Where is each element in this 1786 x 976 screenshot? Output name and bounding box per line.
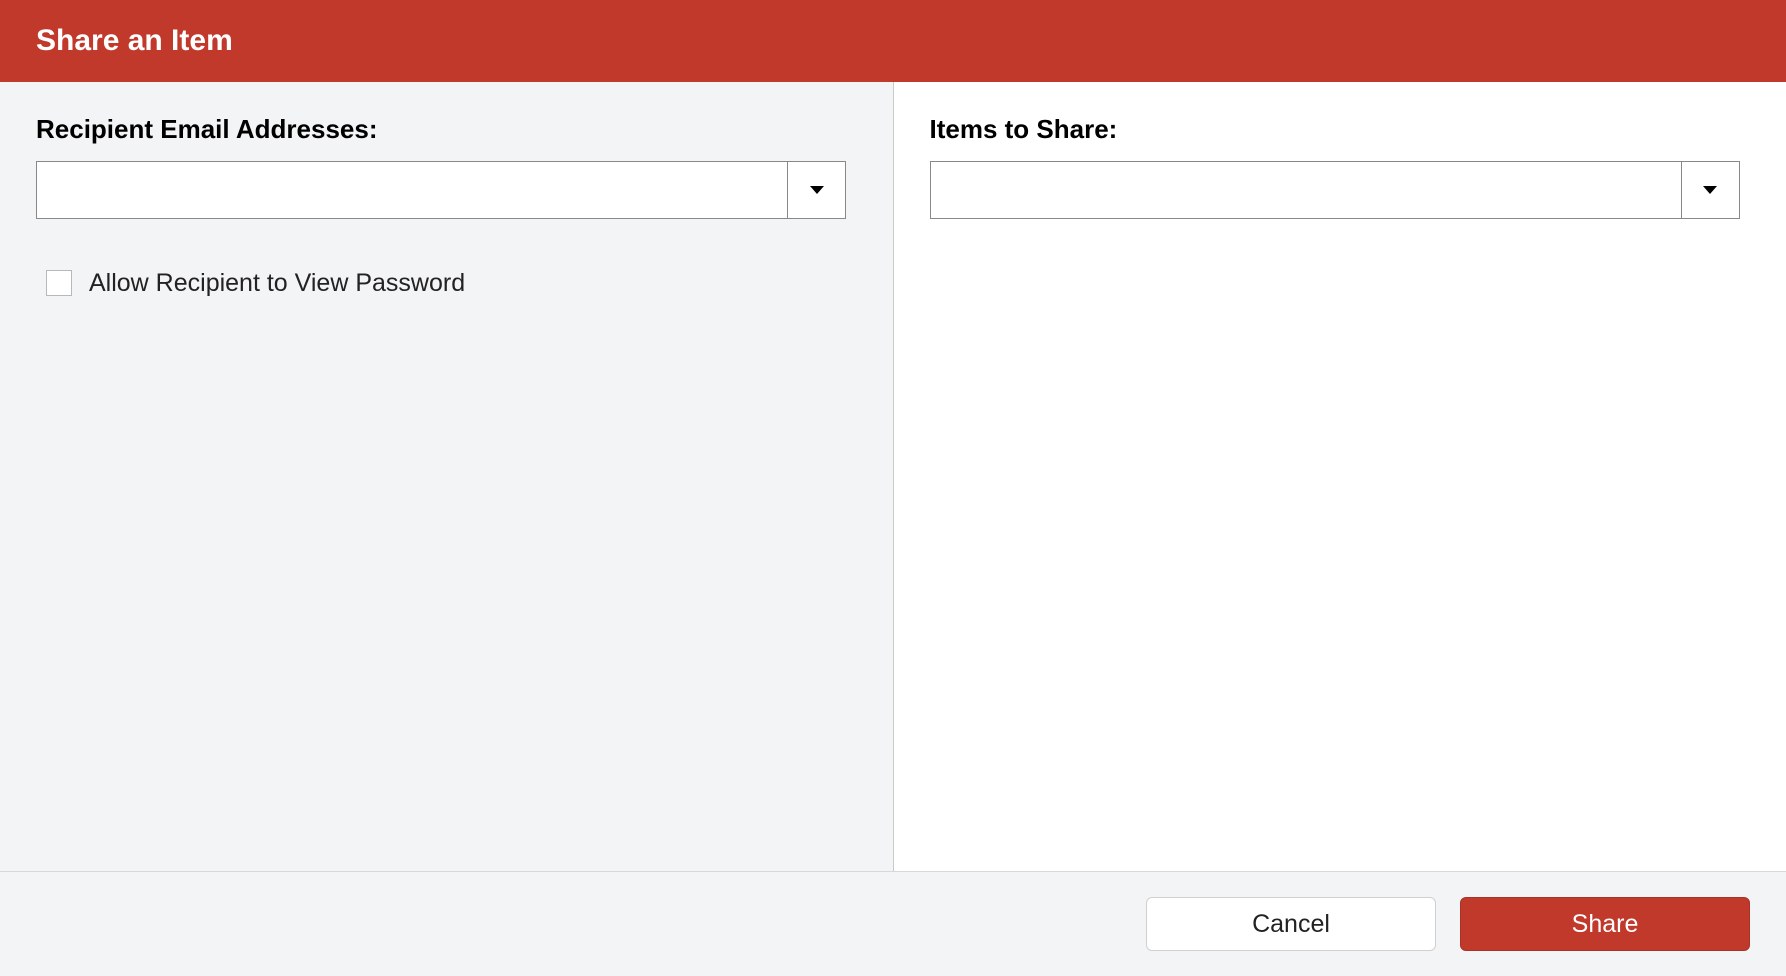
dialog-footer: Cancel Share xyxy=(0,872,1786,976)
recipients-input[interactable] xyxy=(37,162,787,218)
dialog-header: Share an Item xyxy=(0,0,1786,82)
allow-view-password-checkbox[interactable] xyxy=(46,270,72,296)
recipients-dropdown-button[interactable] xyxy=(787,162,845,218)
caret-down-icon xyxy=(809,185,825,195)
recipients-pane: Recipient Email Addresses: Allow Recipie… xyxy=(0,82,894,871)
recipients-combo xyxy=(36,161,846,219)
items-label: Items to Share: xyxy=(930,114,1751,145)
items-input[interactable] xyxy=(931,162,1681,218)
share-item-dialog: Share an Item Recipient Email Addresses:… xyxy=(0,0,1786,976)
cancel-button[interactable]: Cancel xyxy=(1146,897,1436,951)
share-button[interactable]: Share xyxy=(1460,897,1750,951)
dialog-body: Recipient Email Addresses: Allow Recipie… xyxy=(0,82,1786,872)
items-combo xyxy=(930,161,1740,219)
recipients-label: Recipient Email Addresses: xyxy=(36,114,857,145)
caret-down-icon xyxy=(1702,185,1718,195)
dialog-title: Share an Item xyxy=(36,24,233,57)
allow-view-password-label[interactable]: Allow Recipient to View Password xyxy=(89,269,465,298)
items-dropdown-button[interactable] xyxy=(1681,162,1739,218)
items-pane: Items to Share: xyxy=(894,82,1786,871)
allow-view-password-row: Allow Recipient to View Password xyxy=(36,267,857,299)
